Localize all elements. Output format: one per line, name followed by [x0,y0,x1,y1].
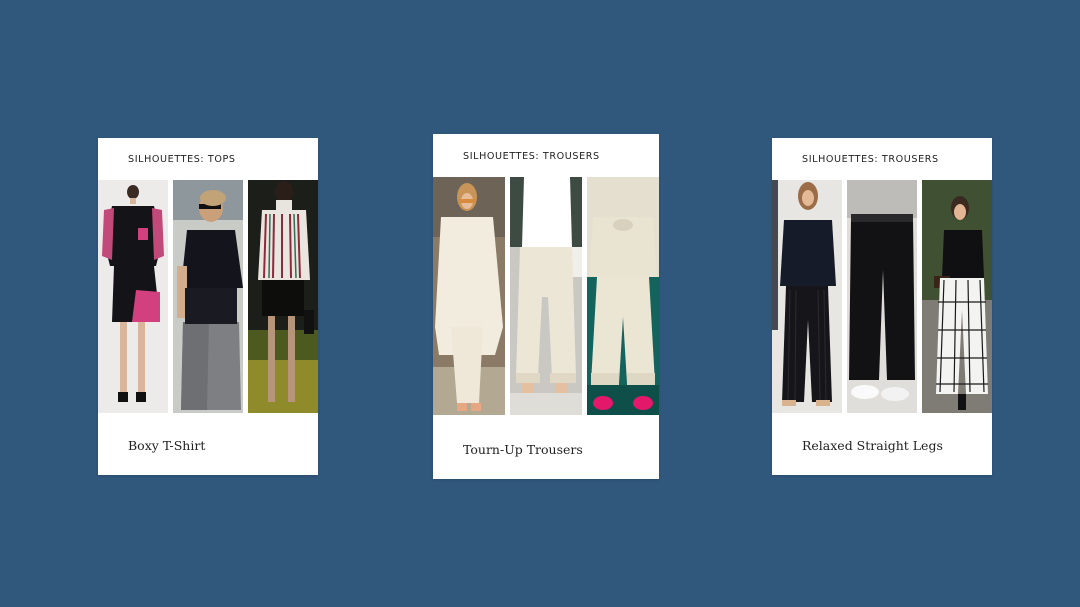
silhouette-card-trousers[interactable]: SILHOUETTES: TROUSERS [433,134,659,479]
model-black-outfit-photo [772,180,842,413]
model-navy-tee-gray-pants-photo [173,180,243,413]
card-title: Relaxed Straight Legs [802,438,943,453]
silhouette-card-trousers[interactable]: SILHOUETTES: TROUSERS [772,138,992,475]
photo-strip [433,177,659,415]
card-category-label: SILHOUETTES: TOPS [128,154,236,165]
card-category-label: SILHOUETTES: TROUSERS [463,151,600,162]
photo-strip [98,180,318,413]
model-cream-cuffed-trousers-photo [510,177,582,415]
silhouette-card-tops[interactable]: SILHOUETTES: TOPS Boxy T-Shirt [98,138,318,475]
model-wide-black-trousers-photo [847,180,917,413]
model-cream-suit-pink-shoes-photo [587,177,659,415]
model-cream-coat-photo [433,177,505,415]
card-title: Boxy T-Shirt [128,438,206,453]
photo-strip [772,180,992,413]
model-windowpane-trousers-photo [922,180,992,413]
model-striped-top-photo [248,180,318,413]
card-category-label: SILHOUETTES: TROUSERS [802,154,939,165]
card-title: Tourn-Up Trousers [463,442,583,457]
model-black-pink-tee-photo [98,180,168,413]
